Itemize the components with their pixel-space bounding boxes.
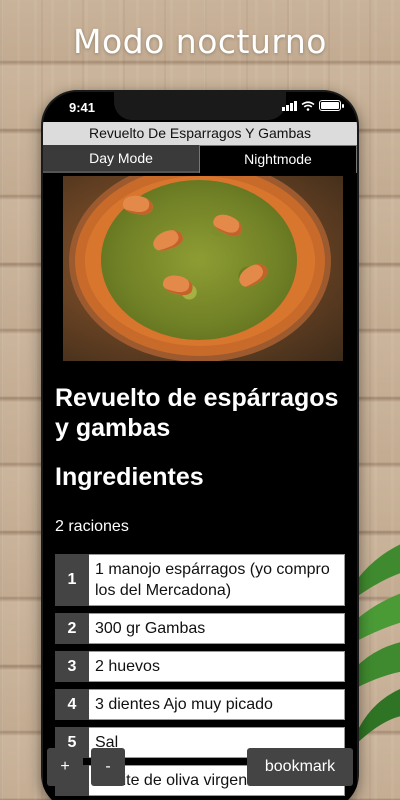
- status-bar: 9:41: [43, 92, 357, 122]
- ingredient-number: 4: [55, 689, 89, 720]
- tab-nightmode[interactable]: Nightmode: [199, 145, 357, 173]
- ingredients-heading: Ingredientes: [55, 463, 204, 491]
- ingredient-number: 2: [55, 613, 89, 644]
- banner-title: Modo nocturno: [73, 22, 327, 61]
- servings-text: 2 raciones: [55, 518, 129, 535]
- ingredient-text: 1 manojo espárragos (yo compro los del M…: [89, 554, 345, 606]
- bottom-controls: + - bookmark: [43, 748, 357, 788]
- wifi-icon: [301, 100, 315, 111]
- phone-screen: 9:41 Revuelto De Esparragos Y Gambas Day…: [43, 92, 357, 800]
- signal-icon: [282, 100, 297, 111]
- phone-frame: 9:41 Revuelto De Esparragos Y Gambas Day…: [41, 90, 359, 800]
- ingredient-item: 1 1 manojo espárragos (yo compro los del…: [55, 554, 345, 606]
- app-title-bar: Revuelto De Esparragos Y Gambas: [43, 122, 357, 145]
- bookmark-button[interactable]: bookmark: [247, 748, 353, 786]
- recipe-heading: Revuelto de espárragos y gambas: [55, 384, 339, 442]
- font-decrease-button[interactable]: -: [91, 748, 125, 786]
- status-time: 9:41: [69, 100, 96, 115]
- mode-tabs: Day Mode Nightmode: [43, 145, 357, 173]
- phone-notch: [114, 92, 286, 120]
- ingredient-item: 4 3 dientes Ajo muy picado: [55, 689, 345, 720]
- ingredient-number: 3: [55, 651, 89, 682]
- ingredient-number: 1: [55, 554, 89, 606]
- recipe-content[interactable]: Revuelto de espárragos y gambas Ingredie…: [43, 173, 357, 800]
- recipe-photo: [63, 176, 343, 361]
- ingredient-item: 2 300 gr Gambas: [55, 613, 345, 644]
- ingredient-text: 3 dientes Ajo muy picado: [89, 689, 345, 720]
- ingredient-item: 3 2 huevos: [55, 651, 345, 682]
- battery-icon: [319, 100, 344, 111]
- system-icons: [282, 100, 344, 111]
- font-increase-button[interactable]: +: [47, 748, 83, 786]
- tab-day-mode[interactable]: Day Mode: [43, 145, 199, 173]
- ingredient-text: 300 gr Gambas: [89, 613, 345, 644]
- ingredient-text: 2 huevos: [89, 651, 345, 682]
